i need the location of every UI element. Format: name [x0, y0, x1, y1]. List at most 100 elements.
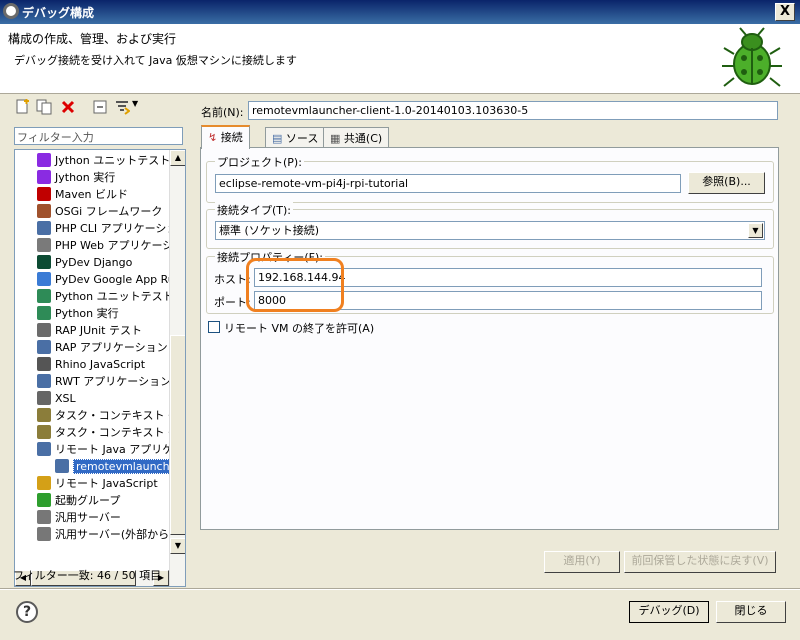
task-plugin-icon	[37, 425, 51, 439]
connection-type-label: 接続タイプ(T):	[215, 202, 294, 218]
tree-item-label: Python ユニットテスト	[55, 290, 174, 303]
window-title: デバッグ構成	[22, 6, 95, 20]
tree-item-label: OSGi フレームワーク	[55, 205, 163, 218]
task-test-icon	[37, 408, 51, 422]
tree-item-label: リモート Java アプリケー	[55, 443, 185, 456]
allow-terminate-label: リモート VM の終了を許可(A)	[224, 322, 375, 335]
tree-item[interactable]: RWT アプリケーション	[37, 373, 171, 390]
scroll-thumb[interactable]	[170, 335, 185, 535]
help-icon[interactable]: ?	[16, 601, 38, 623]
tree-item[interactable]: Python ユニットテスト	[37, 288, 174, 305]
delete-icon[interactable]	[60, 99, 76, 115]
tab-connect[interactable]: ↯ 接続	[201, 125, 250, 149]
tree-item-label: RAP アプリケーション	[55, 341, 168, 354]
server-icon	[37, 510, 51, 524]
tree-item-label: 起動グループ	[55, 494, 121, 507]
tree-item-label: リモート JavaScript	[55, 477, 158, 490]
close-button[interactable]: 閉じる	[716, 601, 786, 623]
tree-item[interactable]: 汎用サーバー	[37, 509, 121, 526]
scroll-down-icon[interactable]: ▼	[170, 538, 185, 554]
configuration-tree[interactable]: Jython ユニットテスト Jython 実行 Maven ビルド OSGi フレー…	[14, 149, 186, 587]
tree-item[interactable]: PyDev Google App Ru	[37, 271, 175, 288]
osgi-icon	[37, 204, 51, 218]
tree-item[interactable]: 汎用サーバー(外部から	[37, 526, 169, 543]
tree-item-label: remotevmlauncher	[73, 459, 184, 474]
tree-item-label: PHP Web アプリケーション	[55, 239, 186, 252]
connection-type-select[interactable]: 標準 (ソケット接続) ▼	[215, 221, 765, 240]
tree-item[interactable]: RAP アプリケーション	[37, 339, 168, 356]
header-description: デバッグ接続を受け入れて Java 仮想マシンに接続します	[14, 54, 297, 67]
tree-item[interactable]: リモート JavaScript	[37, 475, 158, 492]
header-title: 構成の作成、管理、および実行	[8, 32, 177, 46]
debug-gear-icon	[3, 3, 19, 19]
tree-item[interactable]: 起動グループ	[37, 492, 120, 509]
rap-junit-icon	[37, 323, 51, 337]
allow-terminate-checkbox[interactable]	[208, 321, 220, 333]
tab-source[interactable]: ▤ ソース	[265, 127, 326, 147]
tree-item-label: 汎用サーバー	[55, 511, 121, 524]
tree-item[interactable]: PyDev Django	[37, 254, 132, 271]
tree-item[interactable]: Rhino JavaScript	[37, 356, 145, 373]
jython-test-icon	[37, 153, 51, 167]
tree-item-label: Jython 実行	[55, 171, 116, 184]
tree-item[interactable]: PHP CLI アプリケーション	[37, 220, 186, 237]
tree-item[interactable]: OSGi フレームワーク	[37, 203, 162, 220]
rhino-icon	[37, 357, 51, 371]
php-icon	[37, 221, 51, 235]
window-title-bar[interactable]: デバッグ構成 X	[0, 0, 800, 24]
tree-item[interactable]: タスク・コンテキスト・プラグ	[37, 424, 185, 441]
tree-item[interactable]: Maven ビルド	[37, 186, 128, 203]
google-app-icon	[37, 272, 51, 286]
tab-common[interactable]: ▦ 共通(C)	[323, 127, 390, 147]
tree-item[interactable]: Python 実行	[37, 305, 119, 322]
tree-item[interactable]: タスク・コンテキスト・テスト	[37, 407, 185, 424]
tree-item[interactable]: RAP JUnit テスト	[37, 322, 142, 339]
server-external-icon	[37, 527, 51, 541]
tree-item[interactable]: PHP Web アプリケーション	[37, 237, 186, 254]
remote-js-icon	[37, 476, 51, 490]
project-field[interactable]: eclipse-remote-vm-pi4j-rpi-tutorial	[215, 174, 681, 193]
host-port-highlight	[246, 258, 344, 312]
apply-button[interactable]: 適用(Y)	[544, 551, 620, 573]
duplicate-icon[interactable]	[36, 99, 52, 115]
filter-input[interactable]: フィルター入力	[14, 127, 183, 145]
tree-item[interactable]: XSL	[37, 390, 76, 407]
php-web-icon	[37, 238, 51, 252]
tree-item-label: RAP JUnit テスト	[55, 324, 142, 337]
connect-icon: ↯	[208, 131, 218, 144]
revert-button[interactable]: 前回保管した状態に戻す(V)	[624, 551, 776, 573]
launch-config-icon	[55, 459, 69, 473]
rap-app-icon	[37, 340, 51, 354]
dialog-header: 構成の作成、管理、および実行 デバッグ接続を受け入れて Java 仮想マシンに接…	[0, 24, 800, 94]
new-config-icon[interactable]	[14, 99, 30, 115]
tree-item-label: XSL	[55, 392, 76, 405]
remote-java-icon	[37, 442, 51, 456]
collapse-all-icon[interactable]	[92, 99, 108, 115]
window-close-button[interactable]: X	[775, 3, 795, 21]
tree-item-label: RWT アプリケーション	[55, 375, 172, 388]
config-name-field[interactable]: remotevmlauncher-client-1.0-20140103.103…	[248, 101, 778, 120]
scroll-up-icon[interactable]: ▲	[170, 150, 185, 166]
chevron-down-icon[interactable]: ▼	[748, 223, 763, 238]
tree-item-label: PyDev Google App Ru	[55, 273, 175, 286]
tree-item-label: Rhino JavaScript	[55, 358, 146, 371]
tree-item-label: Python 実行	[55, 307, 119, 320]
view-menu-chevron-down-icon[interactable]: ▼	[132, 99, 148, 115]
xsl-icon	[37, 391, 51, 405]
tree-item-label: PHP CLI アプリケーション	[55, 222, 186, 235]
browse-button[interactable]: 参照(B)...	[688, 172, 765, 194]
connect-tab-panel: プロジェクト(P): eclipse-remote-vm-pi4j-rpi-tu…	[200, 147, 779, 530]
debug-button[interactable]: デバッグ(D)	[629, 601, 709, 623]
tree-vertical-scrollbar[interactable]: ▲ ▼	[169, 150, 185, 586]
maven-icon	[37, 187, 51, 201]
tree-item[interactable]: リモート Java アプリケー	[37, 441, 184, 458]
tree-item[interactable]: Jython ユニットテスト	[37, 152, 170, 169]
launch-group-icon	[37, 493, 51, 507]
common-icon: ▦	[330, 132, 341, 145]
filter-icon[interactable]	[114, 99, 131, 115]
tree-item[interactable]: Jython 実行	[37, 169, 115, 186]
filter-status: フィルター一致: 46 / 50 項目	[13, 569, 162, 582]
tree-item-label: タスク・コンテキスト・プラグ	[55, 426, 185, 439]
tree-item-selected[interactable]: remotevmlauncher	[55, 458, 184, 475]
configuration-list-panel: ▼ フィルター入力 Jython ユニットテスト Jython 実行 Maven ビ…	[8, 97, 189, 587]
